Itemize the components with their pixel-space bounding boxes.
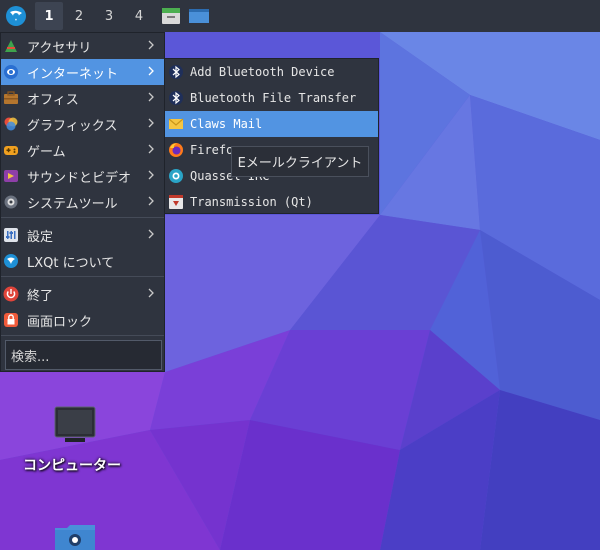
transmission-icon xyxy=(169,195,183,209)
menu-separator xyxy=(1,335,164,336)
claws-mail-icon xyxy=(168,118,184,129)
tooltip: Eメールクライアント xyxy=(231,146,369,177)
desktop-icon-label[interactable]: コンピューター xyxy=(23,455,121,475)
submenu-item-label: Transmission (Qt) xyxy=(190,195,313,209)
submenu-item-label: Claws Mail xyxy=(190,117,263,131)
menu-item-label: LXQt について xyxy=(27,255,115,271)
sound-video-icon xyxy=(4,170,18,182)
submenu-item-label: Add Bluetooth Device xyxy=(190,65,335,79)
chevron-right-icon xyxy=(148,170,154,180)
menu-item-games[interactable]: ゲーム xyxy=(1,137,164,163)
menu-item-about-lxqt[interactable]: LXQt について xyxy=(1,248,164,274)
menu-item-label: アクセサリ xyxy=(27,40,92,56)
tooltip-text: Eメールクライアント xyxy=(237,156,363,171)
submenu-item-bluetooth-file-transfer[interactable]: Bluetooth File Transfer xyxy=(165,85,378,111)
submenu-item-label: Firefo xyxy=(190,143,234,157)
menu-item-sound-video[interactable]: サウンドとビデオ xyxy=(1,163,164,189)
chevron-right-icon xyxy=(148,40,154,50)
games-icon xyxy=(4,146,18,155)
bluetooth-icon xyxy=(169,91,183,105)
quick-launch xyxy=(161,6,209,26)
desktop-switch-2[interactable]: 2 xyxy=(65,2,93,30)
lock-icon xyxy=(4,313,18,327)
taskbar-panel: 1 2 3 4 xyxy=(0,0,600,32)
firefox-icon xyxy=(169,143,183,157)
menu-item-settings[interactable]: 設定 xyxy=(1,222,164,248)
power-icon xyxy=(3,286,19,302)
menu-item-label: システムツール xyxy=(27,196,118,212)
internet-icon xyxy=(4,65,18,79)
menu-item-label: オフィス xyxy=(27,92,79,108)
submenu-item-add-bluetooth-device[interactable]: Add Bluetooth Device xyxy=(165,59,378,85)
menu-item-shutdown[interactable]: 終了 xyxy=(1,281,164,307)
menu-separator xyxy=(1,276,164,277)
lxqt-logo-icon xyxy=(6,6,26,26)
chevron-right-icon xyxy=(148,144,154,154)
system-tools-icon xyxy=(4,195,18,209)
lxqt-about-icon xyxy=(4,254,18,268)
start-menu-button[interactable] xyxy=(0,0,32,32)
submenu-item-label: Bluetooth File Transfer xyxy=(190,91,357,105)
chevron-right-icon xyxy=(148,92,154,102)
menu-item-accessories[interactable]: アクセサリ xyxy=(1,33,164,59)
internet-submenu: Add Bluetooth Device Bluetooth File Tran… xyxy=(164,58,379,214)
menu-item-label: 画面ロック xyxy=(27,314,93,330)
chevron-right-icon xyxy=(148,66,154,76)
desktop-switch-4[interactable]: 4 xyxy=(125,2,153,30)
show-desktop-icon[interactable] xyxy=(189,6,209,26)
graphics-icon xyxy=(4,117,18,131)
file-manager-icon[interactable] xyxy=(161,6,181,26)
desktop-switch-3[interactable]: 3 xyxy=(95,2,123,30)
settings-icon xyxy=(4,228,18,242)
menu-item-lock-screen[interactable]: 画面ロック xyxy=(1,307,164,333)
menu-item-label: ゲーム xyxy=(27,144,66,160)
menu-item-internet[interactable]: インターネット xyxy=(1,59,164,85)
desktop-switch-1[interactable]: 1 xyxy=(35,2,63,30)
menu-separator xyxy=(1,217,164,218)
bluetooth-icon xyxy=(169,65,183,79)
menu-search-input[interactable]: 検索... xyxy=(5,340,162,370)
chevron-right-icon xyxy=(148,196,154,206)
chevron-right-icon xyxy=(148,288,154,298)
menu-item-label: インターネット xyxy=(27,66,119,82)
menu-item-office[interactable]: オフィス xyxy=(1,85,164,111)
menu-item-system-tools[interactable]: システムツール xyxy=(1,189,164,215)
submenu-item-claws-mail[interactable]: Claws Mail xyxy=(165,111,378,137)
accessories-icon xyxy=(5,40,17,52)
menu-item-label: 終了 xyxy=(27,288,54,304)
quassel-icon xyxy=(169,169,183,183)
search-placeholder: 検索... xyxy=(11,349,50,365)
network-folder-icon[interactable] xyxy=(53,522,97,550)
menu-item-label: サウンドとビデオ xyxy=(27,170,132,186)
application-menu: アクセサリ インターネット オフィス グラフィックス ゲーム サウンドとビデオ … xyxy=(0,32,165,372)
computer-icon[interactable] xyxy=(53,405,97,445)
office-icon xyxy=(4,91,18,104)
menu-item-label: グラフィックス xyxy=(27,118,118,134)
chevron-right-icon xyxy=(148,229,154,239)
submenu-item-transmission[interactable]: Transmission (Qt) xyxy=(165,189,378,215)
menu-item-graphics[interactable]: グラフィックス xyxy=(1,111,164,137)
menu-item-label: 設定 xyxy=(27,229,54,245)
chevron-right-icon xyxy=(148,118,154,128)
